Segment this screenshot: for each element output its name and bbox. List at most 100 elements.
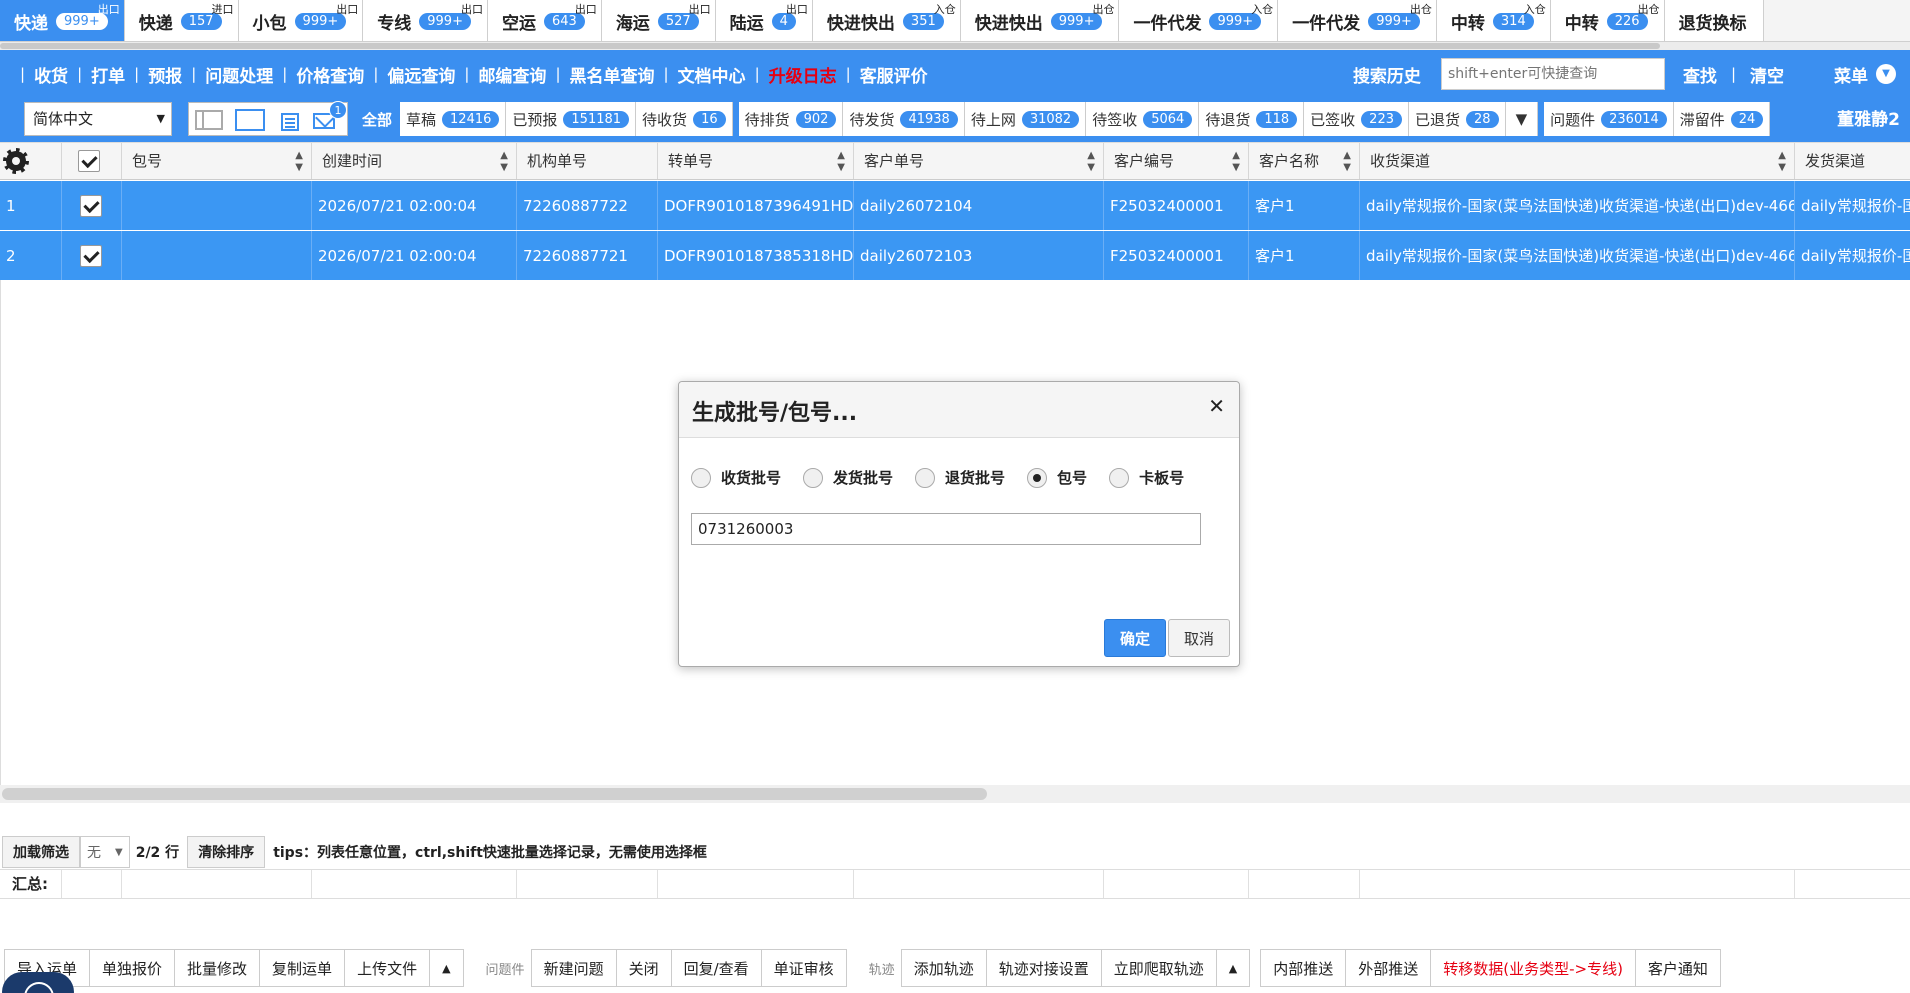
status-pending-online[interactable]: 待上网 31082 [964,102,1087,136]
header-send-channel[interactable]: 发货渠道 [1795,143,1910,179]
tabs-scrollbar[interactable] [0,42,1910,50]
nav-remote-query[interactable]: 偏远查询 [387,62,455,87]
nav-receive[interactable]: 收货 [34,62,68,87]
full-view-icon[interactable] [235,109,265,131]
status-pending-sort[interactable]: 待排货 902 [738,102,844,136]
header-transfer-no[interactable]: 转单号 ▲ ▼ [658,143,854,179]
nav-problem[interactable]: 问题处理 [205,62,273,87]
nav-postcode-query[interactable]: 邮编查询 [478,62,546,87]
quick-search-input[interactable] [1440,58,1665,90]
nav-feedback[interactable]: 客服评价 [860,62,928,87]
row-checkbox[interactable] [80,245,102,267]
header-customer-name[interactable]: 客户名称 ▲ ▼ [1249,143,1360,179]
tabs-scrollbar-thumb[interactable] [0,43,1660,49]
new-problem-button[interactable]: 新建问题 [531,950,617,986]
assistant-float-icon[interactable] [2,972,74,993]
radio-return-batch[interactable]: 退货批号 [915,467,1005,488]
single-quote-button[interactable]: 单独报价 [90,950,176,986]
clear-sort-button[interactable]: 清除排序 [187,836,266,868]
filter-select[interactable]: 无 ▼ [80,836,130,868]
status-draft[interactable]: 草稿 12416 [400,102,507,136]
scrollbar-thumb[interactable] [2,788,987,800]
current-user[interactable]: 董雅静2 [1837,98,1900,142]
nav-price-query[interactable]: 价格查询 [296,62,364,87]
tab-transit-in[interactable]: 中转 314 入仓 [1436,0,1551,41]
tab-dropship-out[interactable]: 一件代发 999+ 出仓 [1278,0,1437,41]
split-view-icon[interactable] [195,110,223,130]
nav-print[interactable]: 打单 [91,62,125,87]
row-checkbox[interactable] [80,195,102,217]
nav-changelog[interactable]: 升级日志 [769,62,837,87]
status-signed[interactable]: 已签收 223 [1304,102,1409,136]
crawl-track-button[interactable]: 立即爬取轨迹 [1101,950,1217,986]
status-problem[interactable]: 问题件 236014 [1544,102,1674,136]
copy-waybill-button[interactable]: 复制运单 [260,950,346,986]
chevron-up-icon[interactable]: ▲ [1216,950,1250,986]
confirm-button[interactable]: 确定 [1104,619,1166,657]
internal-push-button[interactable]: 内部推送 [1261,950,1347,986]
radio-circle[interactable] [691,467,711,488]
radio-circle[interactable] [915,467,936,488]
cancel-button[interactable]: 取消 [1168,619,1230,657]
radio-circle[interactable] [803,467,824,488]
doc-review-button[interactable]: 单证审核 [761,950,846,986]
close-problem-button[interactable]: 关闭 [616,950,672,986]
header-org-no[interactable]: 机构单号 [517,143,658,179]
header-customer-code[interactable]: 客户编号 ▲ ▼ [1104,143,1249,179]
tab-air-export[interactable]: 空运 643 出口 [487,0,602,41]
tab-dedicated-export[interactable]: 专线 999+ 出口 [363,0,488,41]
radio-receive-batch[interactable]: 收货批号 [691,467,781,488]
tab-fast-in[interactable]: 快进快出 351 入仓 [812,0,961,41]
radio-circle[interactable] [1109,467,1130,488]
table-row[interactable]: 1 2026/07/21 02:00:04 72260887722 DOFR90… [0,181,1910,231]
list-view-icon[interactable] [281,113,299,131]
track-settings-button[interactable]: 轨迹对接设置 [986,950,1102,986]
radio-bag-no[interactable]: 包号 [1027,467,1087,488]
chevron-up-icon[interactable]: ▲ [430,950,463,986]
gear-icon[interactable] [3,148,29,174]
tab-land-export[interactable]: 陆运 4 出口 [715,0,813,41]
add-track-button[interactable]: 添加轨迹 [901,950,987,986]
tab-sea-export[interactable]: 海运 527 出口 [601,0,716,41]
tab-return-relabel[interactable]: 退货换标 [1664,0,1764,41]
nav-blacklist-query[interactable]: 黑名单查询 [570,62,655,87]
nav-forecast[interactable]: 预报 [148,62,182,87]
reply-view-button[interactable]: 回复/查看 [671,950,762,986]
header-recv-channel[interactable]: 收货渠道 ▲ ▼ [1360,143,1795,179]
upload-file-button[interactable]: 上传文件 [345,950,431,986]
tab-express-export[interactable]: 快递 999+ 出口 [0,0,125,41]
transfer-data-button[interactable]: 转移数据(业务类型->专线) [1431,950,1636,986]
table-row[interactable]: 2 2026/07/21 02:00:04 72260887721 DOFR90… [0,231,1910,281]
status-pending-return[interactable]: 待退货 118 [1199,102,1305,136]
clear-button[interactable]: 清空 [1750,62,1784,87]
notify-customer-button[interactable]: 客户通知 [1635,950,1720,986]
select-all-checkbox[interactable] [78,150,100,172]
find-button[interactable]: 查找 [1683,62,1717,87]
tab-express-import[interactable]: 快递 157 进口 [124,0,239,41]
header-customer-no[interactable]: 客户单号 ▲ ▼ [854,143,1104,179]
status-pending-receive[interactable]: 待收货 16 [636,102,733,136]
external-push-button[interactable]: 外部推送 [1346,950,1432,986]
status-pending-ship[interactable]: 待发货 41938 [843,102,965,136]
header-created[interactable]: 创建时间 ▲ ▼ [312,143,517,179]
batch-edit-button[interactable]: 批量修改 [175,950,261,986]
tab-fast-out[interactable]: 快进快出 999+ 出仓 [960,0,1120,41]
chevron-down-icon[interactable]: ▼ [1876,64,1896,84]
nav-docs[interactable]: 文档中心 [678,62,746,87]
status-stranded[interactable]: 滞留件 24 [1673,102,1771,136]
batch-number-input[interactable]: 0731260003 [691,513,1201,545]
status-returned[interactable]: 已退货 28 [1409,102,1506,136]
tab-dropship-in[interactable]: 一件代发 999+ 入仓 [1119,0,1279,41]
status-all[interactable]: 全部 [354,102,401,136]
radio-ship-batch[interactable]: 发货批号 [803,467,893,488]
radio-pallet-no[interactable]: 卡板号 [1109,467,1184,488]
header-bag-no[interactable]: 包号 ▲ ▼ [122,143,312,179]
radio-circle-selected[interactable] [1027,467,1048,488]
chevron-down-icon[interactable]: ▼ [1505,102,1539,136]
search-history-link[interactable]: 搜索历史 [1353,62,1421,87]
language-select[interactable]: 简体中文 ▼ [24,102,172,136]
table-horizontal-scrollbar[interactable] [0,785,1910,803]
tab-transit-out[interactable]: 中转 226 出仓 [1550,0,1665,41]
menu-button[interactable]: 菜单 [1834,62,1868,87]
status-pending-sign[interactable]: 待签收 5064 [1086,102,1200,136]
